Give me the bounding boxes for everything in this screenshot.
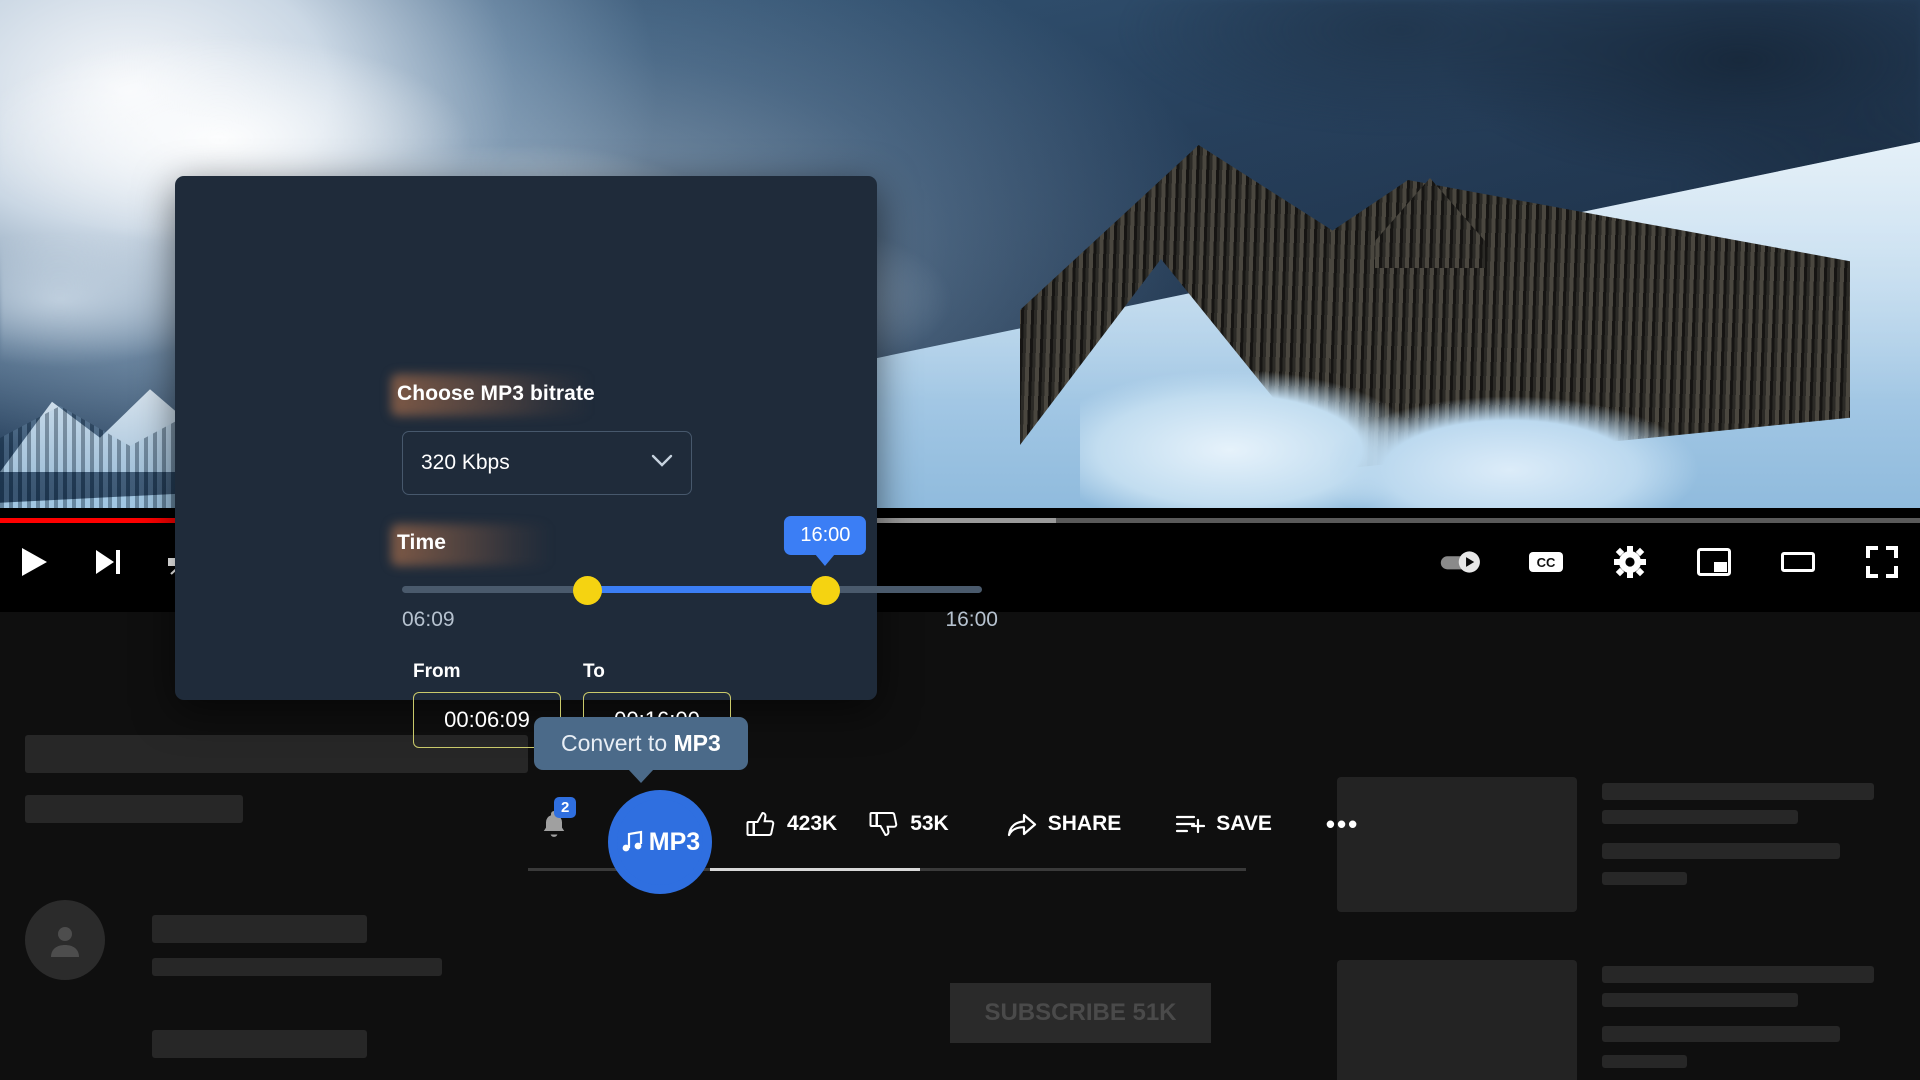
share-button[interactable]: SHARE [991, 800, 1138, 848]
mp3-button-label: MP3 [648, 827, 701, 856]
next-track-icon[interactable] [86, 540, 130, 584]
avatar [25, 900, 105, 980]
title-skeleton-line-2 [25, 795, 243, 823]
slider-active-range [587, 586, 826, 593]
thumbs-up-icon [746, 811, 775, 836]
related-thumbnail-2[interactable] [1337, 960, 1577, 1080]
mp3-conversion-dialog: Choose MP3 bitrate 320 Kbps Time 16:00 0… [175, 176, 998, 748]
dislike-button[interactable]: 53K [853, 800, 965, 848]
slider-tooltip: 16:00 [784, 516, 867, 566]
fullscreen-icon[interactable] [1860, 540, 1904, 584]
gear-icon[interactable] [1608, 540, 1652, 584]
svg-text:CC: CC [1537, 555, 1556, 570]
closed-captions-icon[interactable]: CC [1524, 540, 1568, 584]
slider-end-label: 16:00 [945, 608, 998, 631]
share-label: SHARE [1047, 812, 1122, 835]
save-label: SAVE [1216, 812, 1272, 835]
comment-skeleton-line-1 [152, 915, 367, 943]
share-arrow-icon [1007, 813, 1036, 837]
thumbs-down-icon [869, 812, 898, 837]
convert-to-mp3-button[interactable]: MP3 [608, 790, 712, 894]
slider-handle-start[interactable] [573, 575, 603, 605]
time-range-slider[interactable] [402, 575, 982, 605]
autoplay-toggle-icon[interactable] [1440, 540, 1484, 584]
slider-start-label: 06:09 [402, 608, 455, 631]
save-button[interactable]: SAVE [1159, 800, 1288, 848]
related-title-line-2a [1602, 966, 1874, 983]
related-title-line-2c [1602, 1026, 1840, 1042]
miniplayer-icon[interactable] [1692, 540, 1736, 584]
dislike-count: 53K [910, 812, 949, 835]
music-note-icon [622, 830, 642, 852]
theater-mode-icon[interactable] [1776, 540, 1820, 584]
related-title-line-2b [1602, 993, 1798, 1007]
cabin-dormer [1375, 178, 1485, 268]
subscribe-button[interactable]: SUBSCRIBE 51K [950, 983, 1211, 1043]
related-title-line-1a [1602, 783, 1874, 800]
notification-badge: 2 [554, 797, 577, 818]
save-playlist-icon [1176, 815, 1206, 834]
action-bar-divider-active [710, 868, 920, 871]
play-icon[interactable] [12, 540, 56, 584]
tooltip-prefix: Convert to [561, 730, 674, 756]
slider-handle-end[interactable] [810, 575, 840, 605]
comment-skeleton-line-2 [152, 958, 442, 976]
convert-to-mp3-tooltip: Convert to MP3 [534, 717, 748, 783]
bitrate-label: Choose MP3 bitrate [397, 382, 595, 405]
player-right-controls: CC [1440, 540, 1904, 584]
related-title-line-1b [1602, 810, 1798, 824]
slider-end-labels: 06:09 16:00 [402, 608, 998, 632]
to-caption: To [583, 661, 605, 682]
time-label: Time [397, 531, 447, 554]
comment-skeleton-line-3 [152, 1030, 367, 1058]
notifications-bell[interactable]: 2 [528, 797, 580, 848]
tooltip-strong: MP3 [673, 730, 721, 756]
progress-played [0, 518, 192, 523]
related-title-line-2d [1602, 1055, 1687, 1068]
like-count: 423K [787, 812, 838, 835]
related-title-line-1d [1602, 872, 1687, 885]
bitrate-select[interactable]: 320 Kbps [402, 431, 692, 495]
more-actions-button[interactable]: ••• [1310, 800, 1375, 848]
chevron-down-icon [651, 454, 673, 473]
from-caption: From [413, 661, 461, 682]
related-title-line-1c [1602, 843, 1840, 859]
like-button[interactable]: 423K [730, 800, 853, 848]
bitrate-selected-value: 320 Kbps [421, 451, 510, 474]
app-root: CC SUBSCRIBE 51K 2 423K 53K SHARE SAVE •… [0, 0, 1920, 1080]
